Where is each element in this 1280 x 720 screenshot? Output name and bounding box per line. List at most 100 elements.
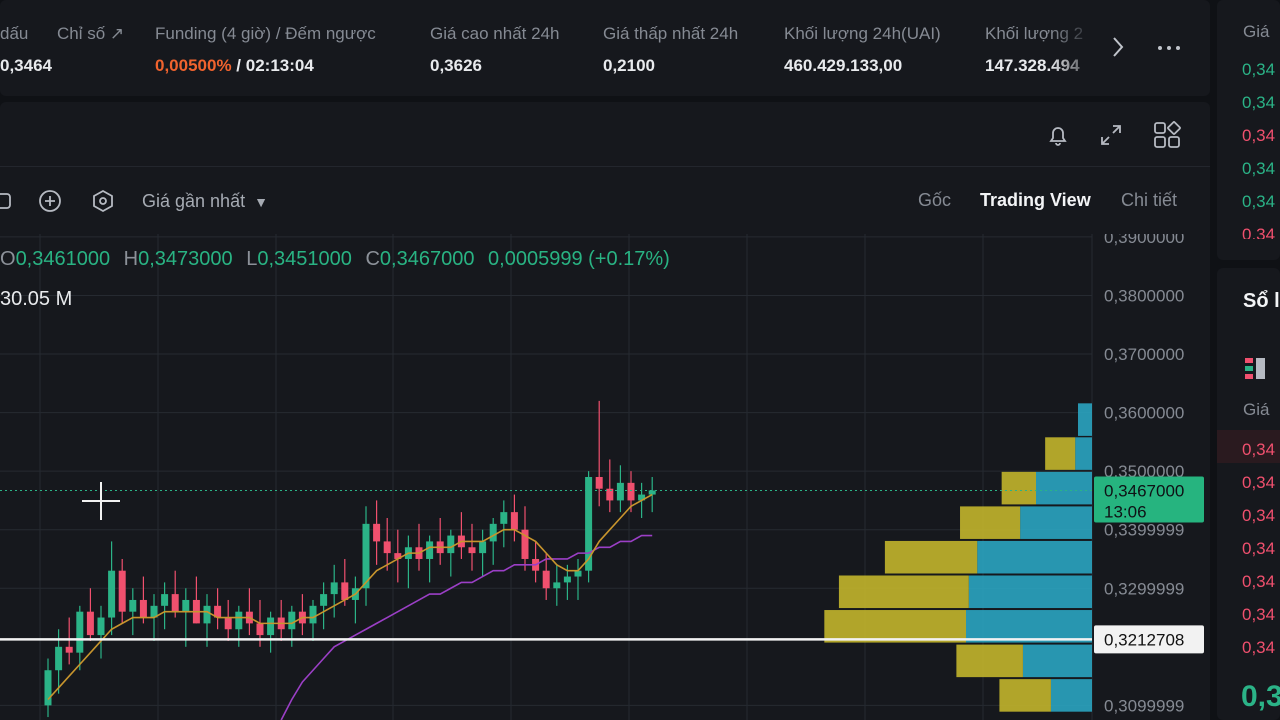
price-source-select[interactable]: Giá gần nhất ▼: [142, 191, 268, 212]
stat-value: 0,00500% / 02:13:04: [155, 56, 376, 76]
candle-body: [383, 541, 391, 554]
stat-volume-24h: Khối lượng 24h(UAI) 460.429.133,00: [784, 24, 941, 76]
candle-body: [468, 547, 476, 554]
view-detail[interactable]: Chi tiết: [1121, 190, 1177, 211]
screenshot-icon[interactable]: [0, 190, 14, 217]
candle-body: [224, 617, 232, 630]
stat-label[interactable]: Chỉ số ↗: [57, 24, 124, 44]
ask-price[interactable]: 0,34: [1242, 440, 1275, 460]
ticker-fade: [1050, 0, 1100, 96]
horizontal-line-value: 0,3212708: [1104, 630, 1184, 649]
volume-profile-up: [956, 644, 1023, 678]
volume-profile-down: [1020, 506, 1092, 539]
stat-funding: Funding (4 giờ) / Đếm ngược 0,00500% / 0…: [155, 24, 376, 76]
candle-body: [595, 477, 603, 489]
volume-profile-down: [1075, 437, 1092, 470]
candle-body: [341, 582, 349, 600]
ohlc-change: 0,0005999 (+0.17%): [488, 248, 670, 270]
y-tick-label: 0,3099999: [1104, 696, 1184, 715]
caret-down-icon: ▼: [254, 194, 268, 210]
candle-body: [97, 617, 105, 636]
y-tick-label: 0,3900000: [1104, 234, 1184, 247]
chart-top-toolbar: [0, 102, 1210, 167]
ask-price[interactable]: 0,34: [1242, 638, 1275, 658]
funding-countdown: / 02:13:04: [231, 56, 314, 75]
volume-profile-up: [1001, 471, 1036, 505]
candle-body: [426, 541, 434, 559]
ask-price[interactable]: 0,34: [1242, 605, 1275, 625]
last-price-value: 0,3467000: [1104, 481, 1184, 500]
funding-rate: 0,00500%: [155, 56, 232, 75]
expand-icon[interactable]: [1098, 122, 1124, 153]
order-book-layout-icon[interactable]: [1245, 358, 1265, 385]
candle-body: [108, 570, 116, 618]
volume-profile-down: [977, 540, 1092, 574]
candle-body: [510, 512, 518, 530]
ask-price[interactable]: 0,34: [1242, 539, 1275, 559]
candle-body: [574, 570, 582, 577]
trade-price: 0,34: [1242, 60, 1276, 79]
candle-body: [330, 582, 338, 595]
candle-body: [235, 611, 243, 630]
ask-price[interactable]: 0,34: [1242, 506, 1275, 526]
volume-profile-up: [824, 610, 966, 643]
ask-price[interactable]: 0,34: [1242, 572, 1275, 592]
candle-body: [288, 611, 296, 630]
candle-body: [320, 594, 328, 606]
candle-body: [203, 605, 211, 624]
y-tick-label: 0,3299999: [1104, 579, 1184, 598]
settings-hex-icon[interactable]: [91, 189, 115, 218]
bell-icon[interactable]: [1045, 122, 1071, 153]
order-book-last-price: 0,3: [1241, 680, 1280, 713]
y-tick-label: 0,3399999: [1104, 521, 1184, 540]
candle-body: [648, 490, 656, 495]
stat-high-24h: Giá cao nhất 24h 0,3626: [430, 24, 559, 76]
ohlc-h-key: H: [123, 248, 139, 270]
order-book-price-header: Giá: [1243, 400, 1270, 419]
plus-circle-icon[interactable]: [38, 189, 62, 218]
ohlc-h-value: 0,3473000: [138, 248, 233, 270]
stat-label: Giá cao nhất 24h: [430, 24, 560, 43]
volume-profile-down: [1078, 403, 1092, 436]
candle-body: [76, 611, 84, 653]
candle-body: [585, 477, 593, 571]
trade-price: 0,34: [1242, 225, 1276, 239]
volume-profile-down: [1022, 644, 1092, 678]
y-tick-label: 0,3800000: [1104, 286, 1184, 305]
last-price-countdown: 13:06: [1104, 502, 1147, 521]
volume-profile-up: [884, 540, 978, 574]
candle-body: [44, 670, 52, 706]
chevron-right-icon[interactable]: [1108, 34, 1128, 66]
volume-profile-up: [838, 575, 969, 609]
volume-profile-up: [960, 506, 1021, 539]
candle-body: [256, 623, 264, 636]
view-trading-view[interactable]: Trading View: [980, 190, 1091, 211]
more-icon[interactable]: [1156, 38, 1184, 64]
stat-label: Funding (4 giờ) / Đếm ngược: [155, 24, 376, 43]
candle-body: [489, 523, 497, 542]
recent-trades-panel: Giá 0,34 0,34 0,34 0,34 0,34 0,34: [1217, 0, 1280, 260]
stat-label: Khối lượng 24h(UAI): [784, 24, 941, 43]
ask-price[interactable]: 0,34: [1242, 473, 1275, 493]
trade-price: 0,34: [1242, 192, 1276, 211]
candle-body: [373, 523, 381, 542]
stat-mark-price: dấu 0,3464: [0, 24, 52, 76]
price-source-label[interactable]: Giá gần nhất: [142, 191, 245, 211]
volume-profile-up: [1045, 437, 1076, 470]
layout-icon[interactable]: [1153, 121, 1181, 154]
volume-label: 30.05 M: [0, 288, 73, 310]
trade-price: 0,34: [1242, 93, 1276, 112]
stat-index-price[interactable]: Chỉ số ↗: [57, 24, 124, 56]
ohlc-c-key: C: [365, 248, 380, 270]
candle-body: [129, 599, 137, 612]
view-original[interactable]: Gốc: [918, 190, 951, 211]
volume-profile-down: [966, 610, 1092, 643]
volume-profile-down: [1036, 471, 1092, 505]
candle-body: [500, 512, 508, 524]
trade-price: 0,34: [1242, 159, 1276, 178]
price-chart[interactable]: 0,39000000,38000000,37000000,36000000,35…: [0, 234, 1210, 720]
side-price-header: Giá: [1243, 22, 1270, 41]
candle-body: [161, 594, 169, 606]
stat-value: 0,2100: [603, 56, 655, 75]
candle-body: [606, 488, 614, 501]
